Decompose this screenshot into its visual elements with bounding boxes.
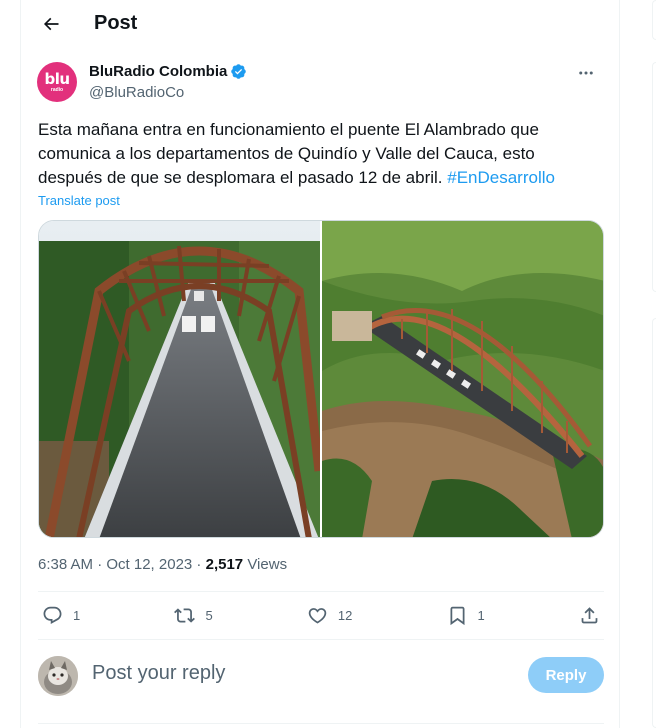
- tweet-text: Esta mañana entra en funcionamiento el p…: [38, 118, 598, 190]
- repost-count: 5: [205, 607, 213, 623]
- share-action-button[interactable]: [579, 605, 600, 626]
- arrow-left-icon: [43, 17, 59, 31]
- sidebar-card-edge: [652, 318, 656, 728]
- repost-action-button[interactable]: 5: [174, 605, 213, 626]
- author-name-text: BluRadio Colombia: [89, 63, 228, 80]
- verified-badge-icon: [231, 64, 247, 79]
- divider: [38, 639, 604, 640]
- avatar-logo-subtext: radio: [50, 86, 64, 93]
- tweet-author: blu radio BluRadio Colombia @BluRadioCo: [37, 60, 603, 104]
- reply-button[interactable]: Reply: [528, 657, 604, 693]
- bookmark-action-button[interactable]: 1: [447, 605, 485, 626]
- media-grid: [38, 220, 604, 538]
- hashtag-link[interactable]: #EnDesarrollo: [447, 168, 555, 187]
- user-avatar[interactable]: [38, 656, 78, 696]
- avatar[interactable]: blu radio: [37, 62, 77, 102]
- views-label: Views: [247, 556, 288, 573]
- sidebar-card-edge: [652, 62, 656, 292]
- cat-avatar-image: [38, 656, 78, 696]
- bridge-photo-deck[interactable]: [39, 221, 320, 537]
- post-column: Post blu radio BluRadio Colombia @BluRad…: [20, 0, 620, 728]
- repost-icon: [174, 607, 196, 623]
- meta-separator: ·: [192, 556, 206, 573]
- avatar-logo-text: blu: [44, 69, 70, 88]
- more-options-button[interactable]: [569, 60, 603, 86]
- page-header: Post: [21, 0, 619, 48]
- tweet-timestamp[interactable]: 6:38 AM · Oct 12, 2023: [38, 556, 192, 573]
- author-handle[interactable]: @BluRadioCo: [89, 84, 184, 101]
- search-card-edge: [652, 0, 656, 40]
- bookmark-icon: [450, 606, 465, 625]
- right-sidebar: [640, 0, 656, 728]
- author-display-name[interactable]: BluRadio Colombia: [89, 63, 247, 80]
- bridge-photo-aerial[interactable]: [322, 221, 603, 537]
- back-button[interactable]: [33, 6, 69, 42]
- heart-icon: [308, 607, 327, 624]
- reply-input[interactable]: [92, 662, 492, 685]
- divider: [38, 723, 604, 724]
- reply-action-button[interactable]: 1: [42, 605, 80, 626]
- like-action-button[interactable]: 12: [307, 605, 352, 626]
- tweet-actions: 1 5 12 1: [38, 592, 604, 638]
- translate-post-link[interactable]: Translate post: [38, 193, 120, 208]
- reply-icon: [43, 606, 62, 624]
- left-gutter: [0, 0, 20, 728]
- reply-count: 1: [73, 607, 81, 623]
- share-icon: [581, 606, 598, 623]
- page-title: Post: [94, 12, 138, 34]
- reply-composer: Reply: [38, 650, 604, 704]
- bridge-aerial-image: [322, 221, 603, 537]
- tweet-meta: 6:38 AM · Oct 12, 2023 · 2,517 Views: [38, 556, 287, 573]
- bookmark-count: 1: [477, 607, 485, 623]
- views-count: 2,517: [205, 556, 244, 573]
- more-horizontal-icon: [579, 71, 593, 75]
- bridge-deck-image: [39, 221, 320, 537]
- like-count: 12: [337, 607, 353, 623]
